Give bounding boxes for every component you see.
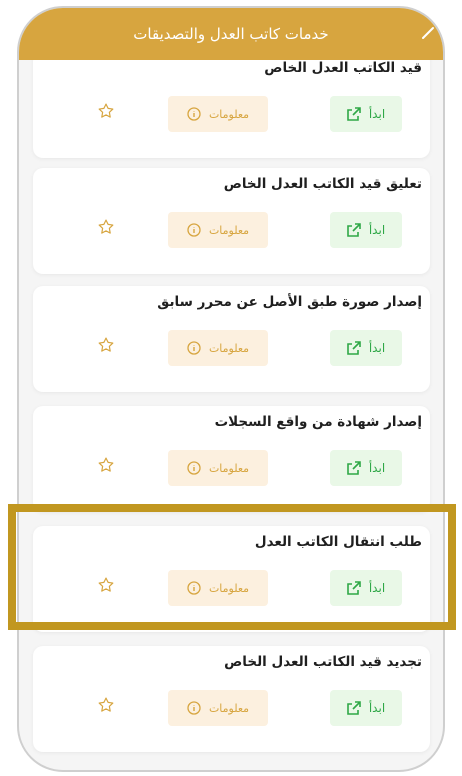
start-button[interactable]: ابدأ — [330, 450, 402, 486]
info-button[interactable]: معلومات — [168, 450, 268, 486]
app-header: خدمات كاتب العدل والتصديقات — [19, 8, 443, 60]
info-icon — [187, 461, 201, 475]
start-button[interactable]: ابدأ — [330, 690, 402, 726]
service-title: تجديد قيد الكاتب العدل الخاص — [224, 654, 422, 670]
highlight-box — [8, 504, 456, 630]
service-card: إصدار شهادة من واقع السجلات ابدأ معلومات — [33, 406, 430, 512]
external-link-icon — [347, 701, 361, 715]
info-button[interactable]: معلومات — [168, 96, 268, 132]
star-icon[interactable] — [97, 456, 115, 474]
start-label: ابدأ — [368, 107, 386, 121]
external-link-icon — [347, 461, 361, 475]
service-title: إصدار صورة طبق الأصل عن محرر سابق — [157, 294, 422, 310]
info-button[interactable]: معلومات — [168, 690, 268, 726]
info-icon — [187, 341, 201, 355]
info-label: معلومات — [208, 461, 250, 475]
star-icon[interactable] — [97, 218, 115, 236]
info-label: معلومات — [208, 701, 250, 715]
start-label: ابدأ — [368, 701, 386, 715]
chevron-icon[interactable] — [419, 24, 437, 42]
info-icon — [187, 107, 201, 121]
services-list: قيد الكاتب العدل الخاص ابدأ معلومات تعلي… — [19, 60, 443, 770]
info-button[interactable]: معلومات — [168, 212, 268, 248]
start-button[interactable]: ابدأ — [330, 330, 402, 366]
start-button[interactable]: ابدأ — [330, 212, 402, 248]
phone-frame: خدمات كاتب العدل والتصديقات قيد الكاتب ا… — [17, 6, 445, 772]
star-icon[interactable] — [97, 102, 115, 120]
info-icon — [187, 223, 201, 237]
service-card: قيد الكاتب العدل الخاص ابدأ معلومات — [33, 60, 430, 158]
service-card: تجديد قيد الكاتب العدل الخاص ابدأ معلوما… — [33, 646, 430, 752]
external-link-icon — [347, 341, 361, 355]
service-title: قيد الكاتب العدل الخاص — [264, 60, 422, 76]
info-icon — [187, 701, 201, 715]
star-icon[interactable] — [97, 336, 115, 354]
info-button[interactable]: معلومات — [168, 330, 268, 366]
star-icon[interactable] — [97, 696, 115, 714]
start-label: ابدأ — [368, 341, 386, 355]
service-card: إصدار صورة طبق الأصل عن محرر سابق ابدأ م… — [33, 286, 430, 392]
info-label: معلومات — [208, 341, 250, 355]
service-title: تعليق قيد الكاتب العدل الخاص — [223, 176, 422, 192]
service-title: إصدار شهادة من واقع السجلات — [214, 414, 422, 430]
page-title: خدمات كاتب العدل والتصديقات — [133, 25, 329, 43]
external-link-icon — [347, 223, 361, 237]
start-label: ابدأ — [368, 461, 386, 475]
external-link-icon — [347, 107, 361, 121]
info-label: معلومات — [208, 107, 250, 121]
start-label: ابدأ — [368, 223, 386, 237]
service-card: تعليق قيد الكاتب العدل الخاص ابدأ معلوما… — [33, 168, 430, 274]
info-label: معلومات — [208, 223, 250, 237]
start-button[interactable]: ابدأ — [330, 96, 402, 132]
